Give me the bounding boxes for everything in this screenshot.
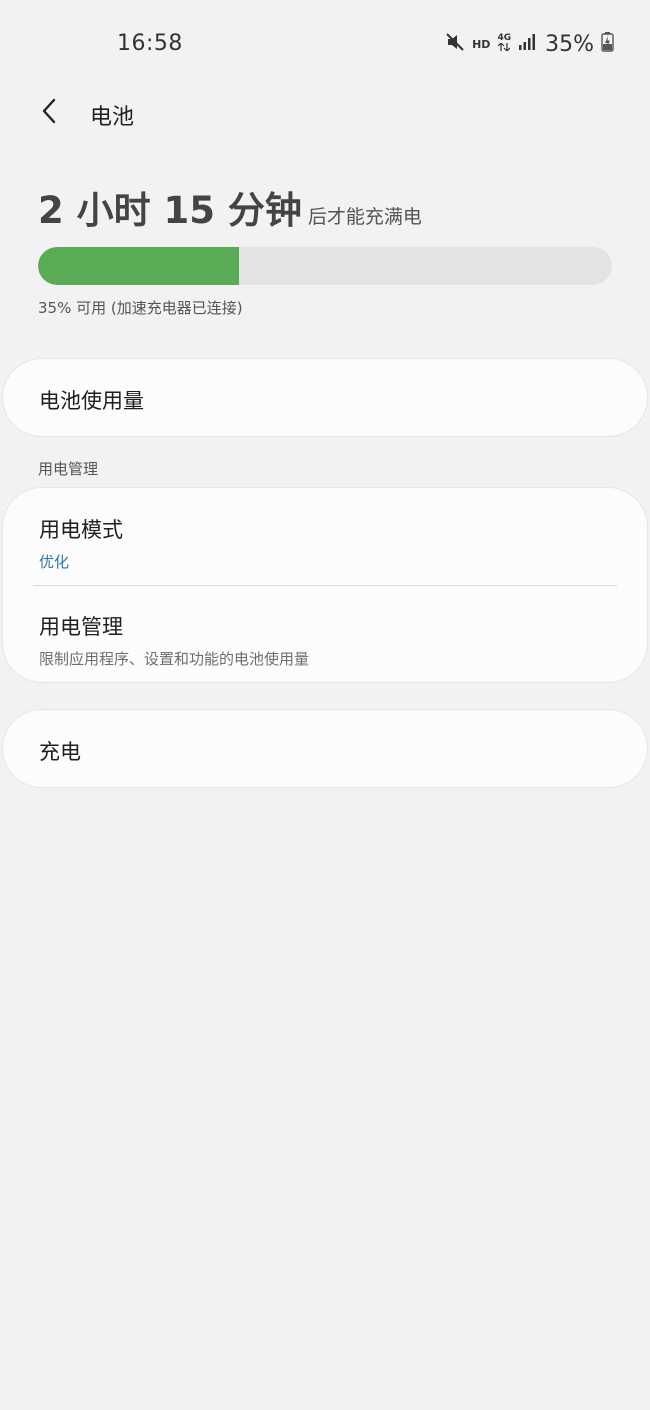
power-management-row[interactable]: 用电管理 限制应用程序、设置和功能的电池使用量 (3, 586, 647, 682)
status-icons: HD 4G 35% (445, 30, 614, 58)
page-title: 电池 (90, 105, 135, 130)
power-mode-value: 优化 (39, 553, 70, 571)
signal-icon (518, 33, 536, 55)
section-header-power-management: 用电管理 (38, 460, 99, 478)
power-management-description: 限制应用程序、设置和功能的电池使用量 (39, 650, 310, 668)
power-mode-row[interactable]: 用电模式 优化 (3, 488, 647, 586)
status-time: 16:58 (117, 31, 183, 56)
battery-usage-row[interactable]: 电池使用量 (3, 359, 647, 415)
status-bar: 16:58 HD 4G 35% (0, 0, 650, 90)
charging-row[interactable]: 充电 (3, 710, 647, 766)
battery-level-bar (38, 247, 612, 285)
power-management-title: 用电管理 (39, 615, 123, 639)
battery-level-fill (38, 247, 239, 285)
battery-percent: 35% (545, 31, 594, 57)
charge-time-remaining: 2 小时 15 分钟 (38, 189, 302, 232)
battery-usage-card[interactable]: 电池使用量 (2, 358, 648, 437)
mute-icon (445, 32, 465, 56)
power-mode-title: 用电模式 (39, 518, 123, 542)
battery-status-text: 35% 可用 (加速充电器已连接) (38, 299, 243, 317)
charging-label: 充电 (39, 740, 81, 764)
hd-label: HD (472, 37, 491, 51)
charging-card[interactable]: 充电 (2, 709, 648, 788)
back-arrow-icon (39, 98, 61, 128)
network-type-label: 4G (497, 34, 511, 54)
charge-time-suffix: 后才能充满电 (307, 206, 422, 228)
battery-charging-icon (601, 32, 614, 56)
app-bar: 电池 (0, 88, 650, 138)
back-button[interactable] (30, 93, 70, 133)
charge-estimate: 2 小时 15 分钟 后才能充满电 (38, 180, 422, 234)
power-management-card: 用电模式 优化 用电管理 限制应用程序、设置和功能的电池使用量 (2, 487, 648, 683)
battery-usage-label: 电池使用量 (39, 389, 144, 413)
